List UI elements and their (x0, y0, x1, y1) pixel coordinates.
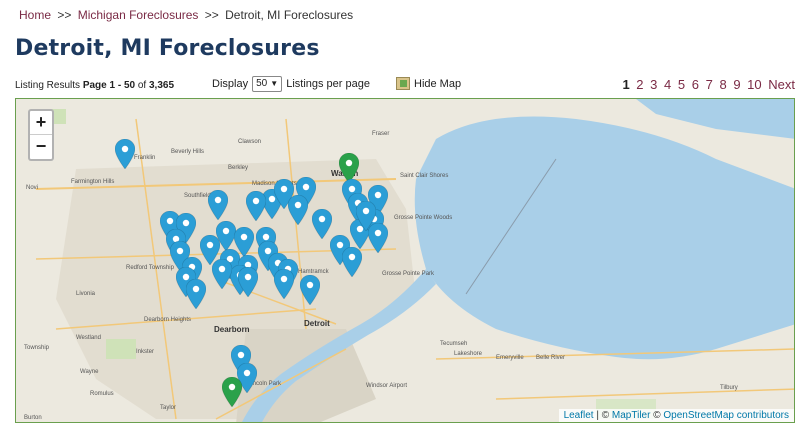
results-bar: Listing Results Page 1 - 50 of 3,365 Dis… (15, 76, 795, 96)
map-attribution: Leaflet | © MapTiler © OpenStreetMap con… (558, 409, 794, 422)
map-label: Detroit (304, 319, 330, 328)
map-label: Saint Clair Shores (400, 173, 449, 179)
map-label: Tilbury (720, 385, 738, 391)
display-suffix: Listings per page (286, 78, 370, 90)
map-label: Burton (24, 415, 42, 421)
chevron-down-icon: ▼ (270, 79, 279, 88)
page-link-9[interactable]: 9 (733, 77, 740, 92)
map-label: Wayne (80, 369, 99, 375)
map-label: Grosse Pointe Woods (394, 215, 453, 221)
map-label: Grosse Pointe Park (382, 271, 435, 277)
page-link-2[interactable]: 2 (636, 77, 643, 92)
results-info: Listing Results Page 1 - 50 of 3,365 (15, 80, 174, 91)
map-label: Belle River (536, 355, 566, 361)
breadcrumb-current: Detroit, MI Foreclosures (225, 8, 354, 22)
per-page-select[interactable]: 50 ▼ (252, 76, 283, 92)
map-marker-icon[interactable] (114, 138, 136, 170)
map-label: Berkley (228, 165, 249, 171)
map-label: Livonia (76, 291, 96, 297)
map-marker-icon[interactable] (245, 190, 267, 222)
page-link-7[interactable]: 7 (706, 77, 713, 92)
map-label: Farmington Hills (71, 179, 115, 185)
maptiler-link[interactable]: MapTiler (612, 410, 651, 421)
hide-map-button[interactable]: Hide Map (396, 77, 461, 90)
map-marker-icon[interactable] (287, 194, 309, 226)
map-label: Dearborn (214, 325, 250, 334)
breadcrumb-separator: >> (204, 8, 219, 22)
results-page-range: Page 1 - 50 (82, 80, 136, 91)
page-link-10[interactable]: 10 (747, 77, 761, 92)
page-link-4[interactable]: 4 (664, 77, 671, 92)
attribution-sep: | © (593, 410, 612, 421)
map-marker-icon[interactable] (237, 266, 259, 298)
page-title: Detroit, MI Foreclosures (15, 36, 320, 61)
results-prefix: Listing Results (15, 80, 81, 91)
map-label: Southfield (184, 193, 211, 199)
display-label: Display (212, 78, 249, 90)
hide-map-label: Hide Map (414, 77, 462, 90)
map-marker-icon[interactable] (185, 278, 207, 310)
map-label: Taylor (160, 405, 177, 411)
map-label: Westland (76, 335, 101, 341)
results-of: of (137, 80, 147, 91)
map-label: Beverly Hills (171, 149, 205, 155)
zoom-out-button[interactable]: − (30, 135, 52, 159)
display-control: Display 50 ▼ Listings per page (212, 76, 370, 92)
pagination: 1 2 3 4 5 6 7 8 9 10 Next (619, 77, 795, 92)
per-page-value: 50 (256, 78, 268, 89)
map-label: Inkster (136, 349, 155, 355)
map-marker-icon[interactable] (341, 246, 363, 278)
map-label: Emeryville (496, 355, 524, 361)
page-link-1[interactable]: 1 (622, 77, 629, 92)
zoom-in-button[interactable]: + (30, 111, 52, 135)
map-marker-icon[interactable] (207, 189, 229, 221)
page-link-6[interactable]: 6 (692, 77, 699, 92)
breadcrumb: Home >> Michigan Foreclosures >> Detroit… (19, 8, 353, 22)
osm-link[interactable]: OpenStreetMap contributors (663, 410, 789, 421)
page-link-5[interactable]: 5 (678, 77, 685, 92)
map-label: Tecumseh (440, 341, 468, 347)
map-icon (396, 77, 410, 90)
map-label: Franklin (134, 155, 156, 161)
map-marker-green-icon[interactable] (221, 376, 243, 408)
map-label: Fraser (372, 131, 390, 137)
map-marker-icon[interactable] (273, 268, 295, 300)
results-total: 3,365 (148, 80, 175, 91)
attribution-sep: © (650, 410, 664, 421)
map-label: Lakeshore (454, 351, 483, 357)
next-page-link[interactable]: Next (768, 77, 795, 92)
map-label: Novi (26, 185, 39, 191)
page-link-8[interactable]: 8 (719, 77, 726, 92)
map-marker-icon[interactable] (311, 208, 333, 240)
breadcrumb-michigan-link[interactable]: Michigan Foreclosures (78, 8, 199, 22)
zoom-control: + − (28, 109, 54, 161)
map-label: Romulus (90, 391, 114, 397)
map-marker-icon[interactable] (299, 274, 321, 306)
leaflet-link[interactable]: Leaflet (564, 410, 594, 421)
map-label: Clawson (238, 139, 262, 145)
map-marker-icon[interactable] (355, 200, 377, 232)
map-label: Redford Township (126, 265, 174, 271)
map-label: Dearborn Heights (144, 317, 192, 323)
breadcrumb-home-link[interactable]: Home (19, 8, 51, 22)
map[interactable]: Fraser Franklin Beverly Hills Clawson Be… (15, 98, 795, 423)
map-marker-icon[interactable] (211, 258, 233, 290)
map-label: Windsor Airport (366, 383, 408, 389)
map-label: Township (24, 345, 50, 351)
breadcrumb-separator: >> (57, 8, 72, 22)
page-link-3[interactable]: 3 (650, 77, 657, 92)
